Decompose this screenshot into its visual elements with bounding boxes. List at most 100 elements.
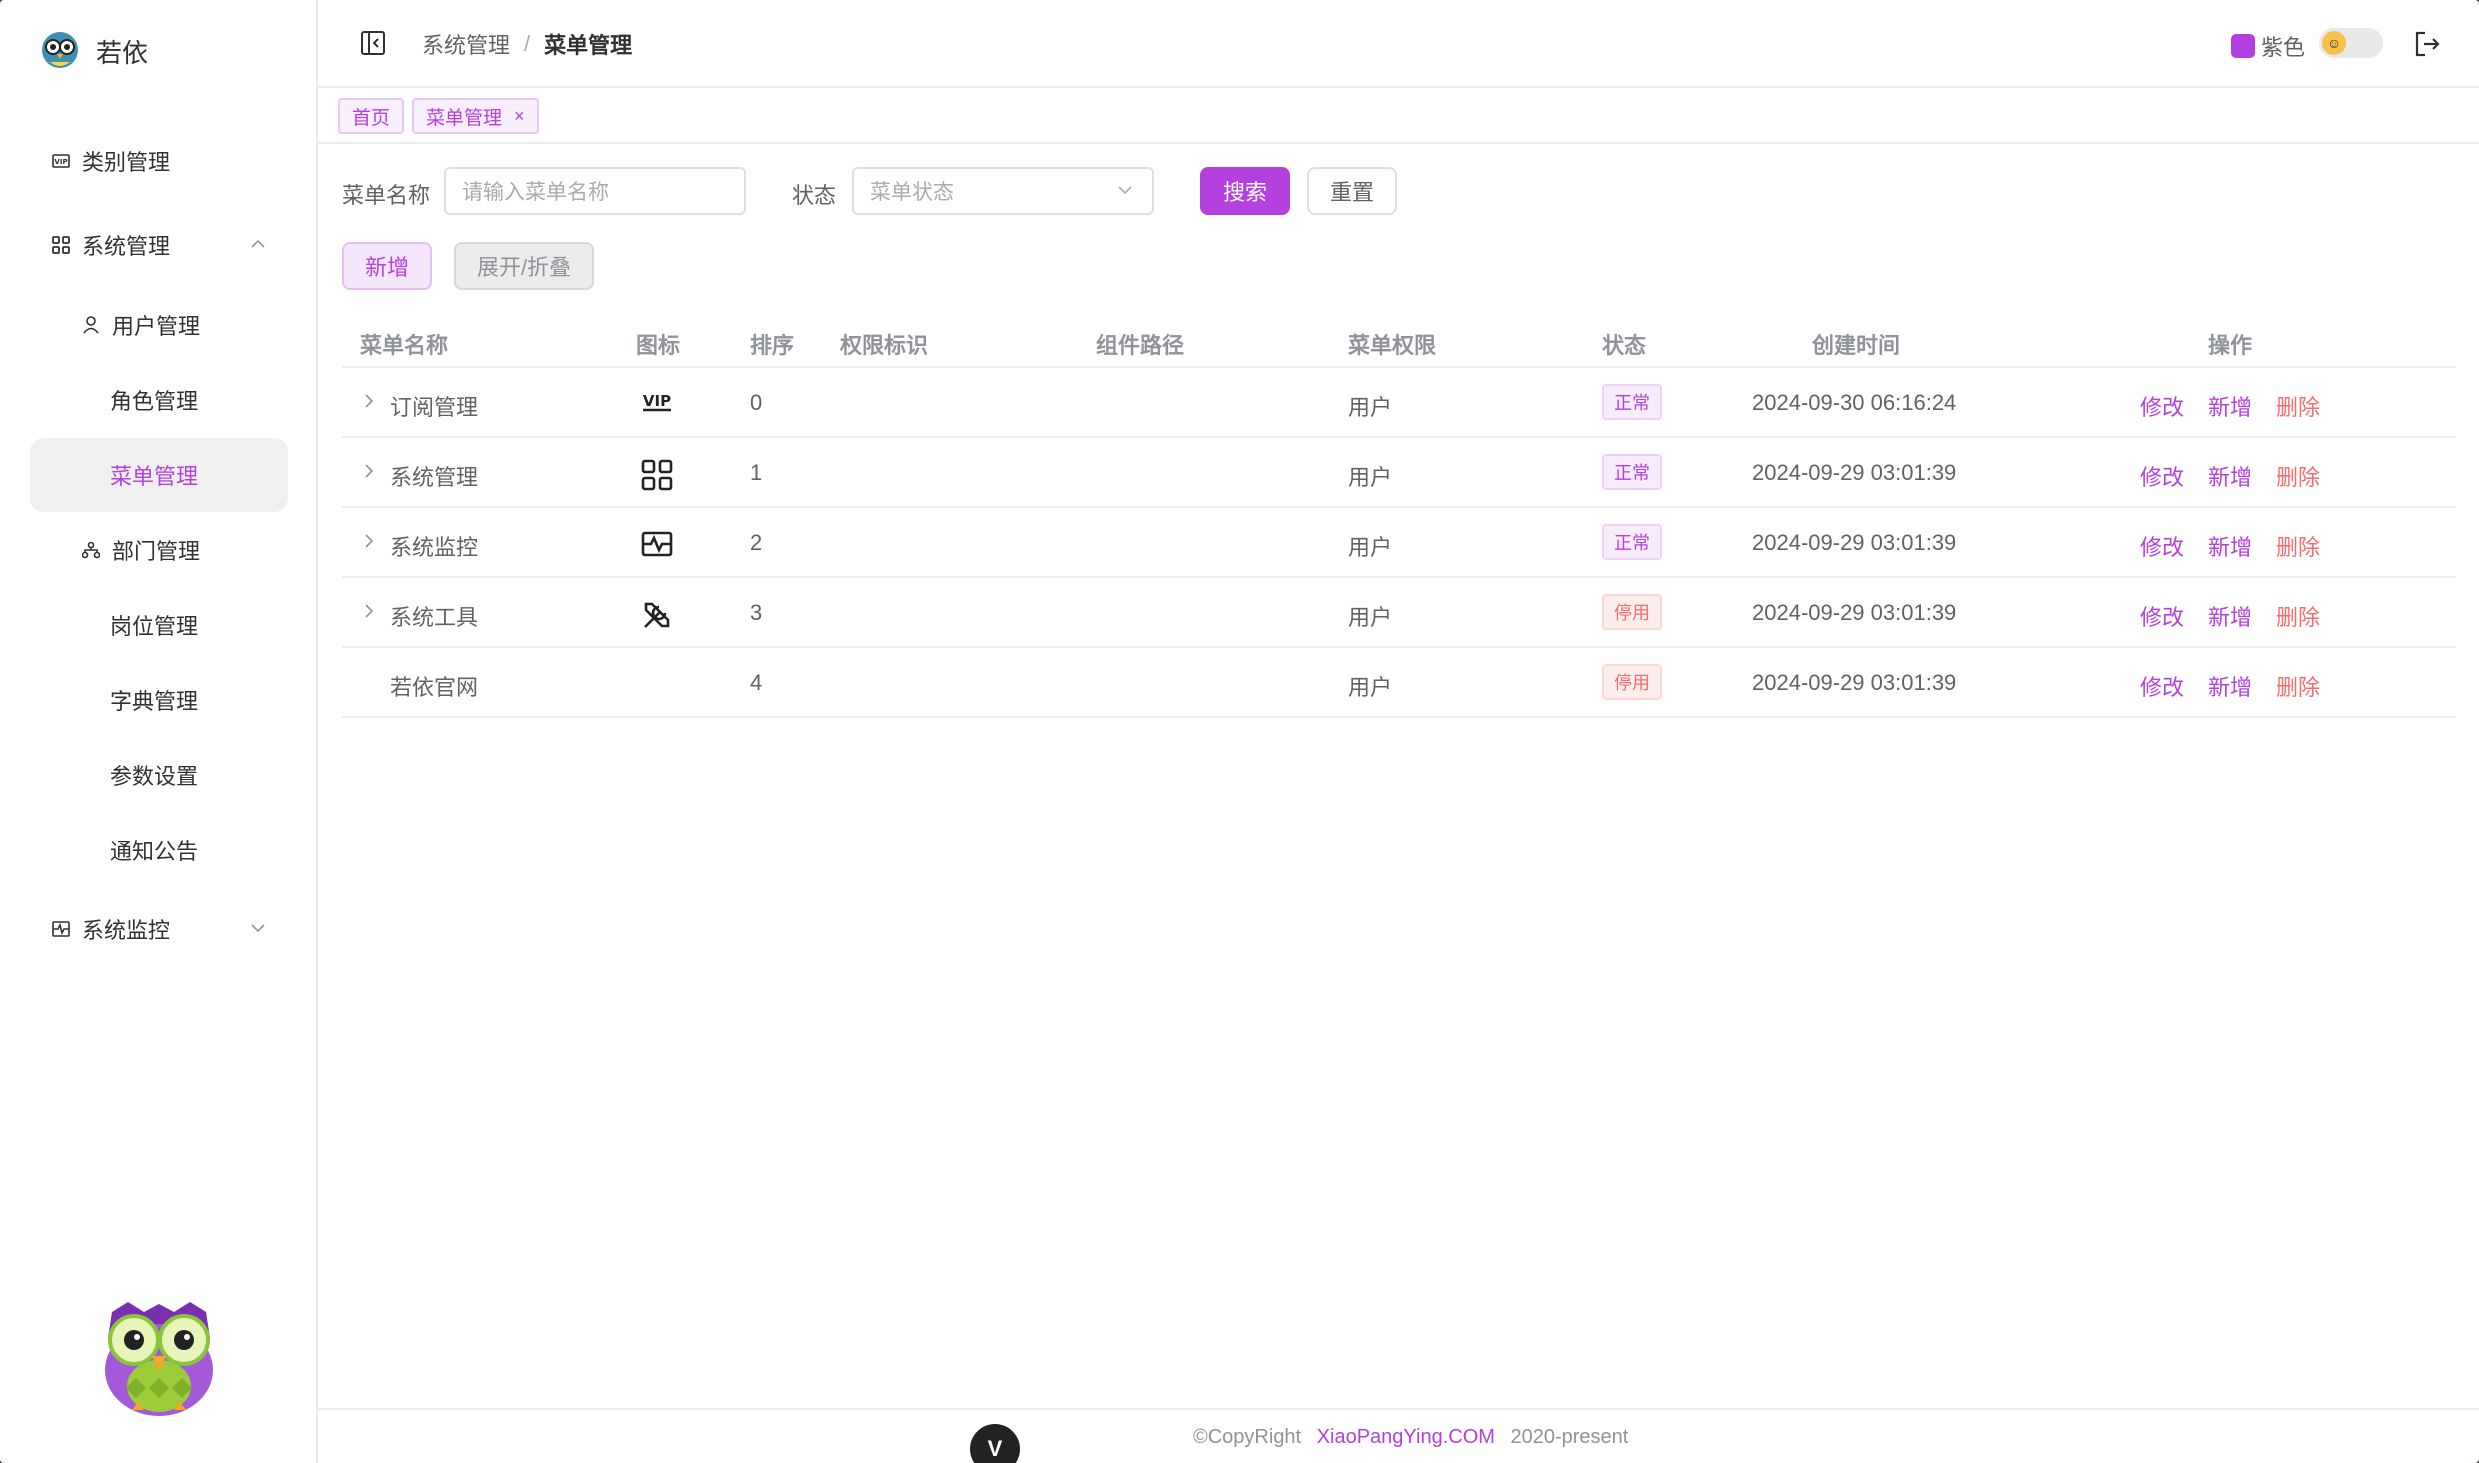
apps-icon <box>641 459 673 491</box>
add-menu-button[interactable]: 新增 <box>342 242 432 290</box>
sidebar-item-label: 岗位管理 <box>110 614 199 639</box>
edit-button[interactable]: 修改 <box>2140 670 2184 702</box>
chevron-down-icon <box>1118 186 1132 195</box>
edit-button[interactable]: 修改 <box>2140 600 2184 632</box>
sidebar-item-menus[interactable]: 菜单管理 <box>30 438 288 512</box>
sidebar-item-label: 菜单管理 <box>110 464 199 489</box>
status-select[interactable]: 菜单状态 <box>852 167 1154 215</box>
menu-name-label: 菜单名称 <box>342 183 431 208</box>
chevron-right-icon[interactable] <box>360 462 378 480</box>
vip-icon: VIP <box>643 392 671 412</box>
add-child-button[interactable]: 新增 <box>2208 530 2252 562</box>
reset-button[interactable]: 重置 <box>1307 167 1397 215</box>
theme-picker[interactable]: 紫色 <box>2230 30 2305 62</box>
delete-button[interactable]: 删除 <box>2276 600 2320 632</box>
created-time-cell: 2024-09-29 03:01:39 <box>1752 530 1957 555</box>
sidebar-item-departments[interactable]: 部门管理 <box>30 513 288 587</box>
sidebar-item-system[interactable]: 系统管理 <box>30 208 288 282</box>
sidebar-item-monitor[interactable]: 系统监控 <box>30 892 288 966</box>
add-child-button[interactable]: 新增 <box>2208 600 2252 632</box>
sidebar-item-posts[interactable]: 岗位管理 <box>30 588 288 662</box>
add-child-button[interactable]: 新增 <box>2208 390 2252 422</box>
sidebar-item-parameters[interactable]: 参数设置 <box>30 738 288 812</box>
sidebar-item-label: 系统监控 <box>82 918 171 943</box>
edit-button[interactable]: 修改 <box>2140 530 2184 562</box>
sidebar-item-label: 角色管理 <box>110 389 199 414</box>
owl-mascot-image <box>105 1302 213 1416</box>
tag-label: 首页 <box>352 107 391 129</box>
sidebar-item-notices[interactable]: 通知公告 <box>30 813 288 887</box>
column-header: 创建时间 <box>1812 333 1901 358</box>
years-text: 2020-present <box>1510 1426 1629 1448</box>
logout-icon[interactable] <box>2413 30 2441 58</box>
delete-button[interactable]: 删除 <box>2276 670 2320 702</box>
delete-button[interactable]: 删除 <box>2276 530 2320 562</box>
dark-mode-toggle[interactable]: ☺ <box>2319 28 2383 58</box>
tree-icon <box>80 539 102 561</box>
order-cell: 4 <box>750 670 763 695</box>
tag-home[interactable]: 首页 <box>338 98 405 134</box>
status-badge: 正常 <box>1602 454 1662 490</box>
user-icon <box>80 314 102 336</box>
footer: V ©CopyRight XiaoPangYing.COM 2020-prese… <box>318 1408 2479 1463</box>
menu-name-input[interactable]: 请输入菜单名称 <box>444 167 746 215</box>
delete-button[interactable]: 删除 <box>2276 390 2320 422</box>
menu-name-placeholder: 请输入菜单名称 <box>462 181 609 204</box>
status-badge: 正常 <box>1602 524 1662 560</box>
edit-button[interactable]: 修改 <box>2140 390 2184 422</box>
chevron-right-icon[interactable] <box>360 392 378 410</box>
add-child-button[interactable]: 新增 <box>2208 670 2252 702</box>
status-placeholder: 菜单状态 <box>870 181 954 204</box>
sidebar-item-roles[interactable]: 角色管理 <box>30 363 288 437</box>
tools-icon <box>644 602 670 628</box>
svg-text:VIP: VIP <box>54 158 67 166</box>
column-header: 菜单名称 <box>360 333 449 358</box>
column-header: 排序 <box>750 333 795 358</box>
vue-devtools-badge[interactable]: V <box>970 1424 1020 1463</box>
breadcrumb: 系统管理 / 菜单管理 <box>422 28 632 60</box>
table-header: 菜单名称 图标 排序 权限标识 组件路径 菜单权限 状态 创建时间 操作 <box>342 316 2456 368</box>
edit-button[interactable]: 修改 <box>2140 460 2184 492</box>
collapse-sidebar-icon[interactable] <box>360 30 386 56</box>
breadcrumb-item[interactable]: 系统管理 <box>422 28 510 60</box>
app-logo[interactable]: 若依 <box>40 28 148 74</box>
site-link[interactable]: XiaoPangYing.COM <box>1317 1426 1495 1448</box>
expand-collapse-button[interactable]: 展开/折叠 <box>454 242 594 290</box>
theme-color-swatch <box>2230 34 2255 58</box>
close-icon[interactable]: × <box>514 106 525 127</box>
order-cell: 3 <box>750 600 763 625</box>
chevron-right-icon[interactable] <box>360 532 378 550</box>
sidebar-item-label: 系统管理 <box>82 234 171 259</box>
tags-view: 首页 菜单管理 × <box>318 90 2479 144</box>
tag-menu-management[interactable]: 菜单管理 × <box>412 98 539 134</box>
delete-button[interactable]: 删除 <box>2276 460 2320 492</box>
add-child-button[interactable]: 新增 <box>2208 460 2252 492</box>
column-header: 操作 <box>2208 333 2253 358</box>
order-cell: 1 <box>750 460 763 485</box>
created-time-cell: 2024-09-29 03:01:39 <box>1752 670 1957 695</box>
status-badge: 停用 <box>1602 664 1662 700</box>
table-row: 若依官网 4 用户 停用 2024-09-29 03:01:39 修改 新增 删… <box>342 648 2456 718</box>
sidebar-item-users[interactable]: 用户管理 <box>30 288 288 362</box>
search-button[interactable]: 搜索 <box>1200 167 1290 215</box>
status-label: 状态 <box>792 183 837 208</box>
vip-icon: VIP <box>50 150 72 172</box>
theme-label: 紫色 <box>2260 35 2305 60</box>
copyright-text: ©CopyRight <box>1193 1426 1302 1448</box>
monitor-icon <box>641 531 673 557</box>
footer-copyright: ©CopyRight XiaoPangYing.COM 2020-present <box>1193 1426 1628 1449</box>
owl-logo-icon <box>42 32 78 68</box>
chevron-up-icon <box>248 234 268 254</box>
table-row: 系统监控 2 用户 正常 2024-09-29 03:01:39 修改 新增 删… <box>342 508 2456 578</box>
column-header: 状态 <box>1602 333 1647 358</box>
menu-name-cell: 系统工具 <box>390 605 479 630</box>
menu-permission-cell: 用户 <box>1348 535 1393 560</box>
sidebar-item-label: 用户管理 <box>112 314 201 339</box>
menu-permission-cell: 用户 <box>1348 395 1393 420</box>
chevron-right-icon[interactable] <box>360 602 378 620</box>
sidebar-item-dictionary[interactable]: 字典管理 <box>30 663 288 737</box>
sidebar-item-category[interactable]: VIP 类别管理 <box>30 124 288 198</box>
top-header: 系统管理 / 菜单管理 紫色 ☺ <box>318 0 2479 88</box>
order-cell: 0 <box>750 390 763 415</box>
menu-name-cell: 系统监控 <box>390 535 479 560</box>
